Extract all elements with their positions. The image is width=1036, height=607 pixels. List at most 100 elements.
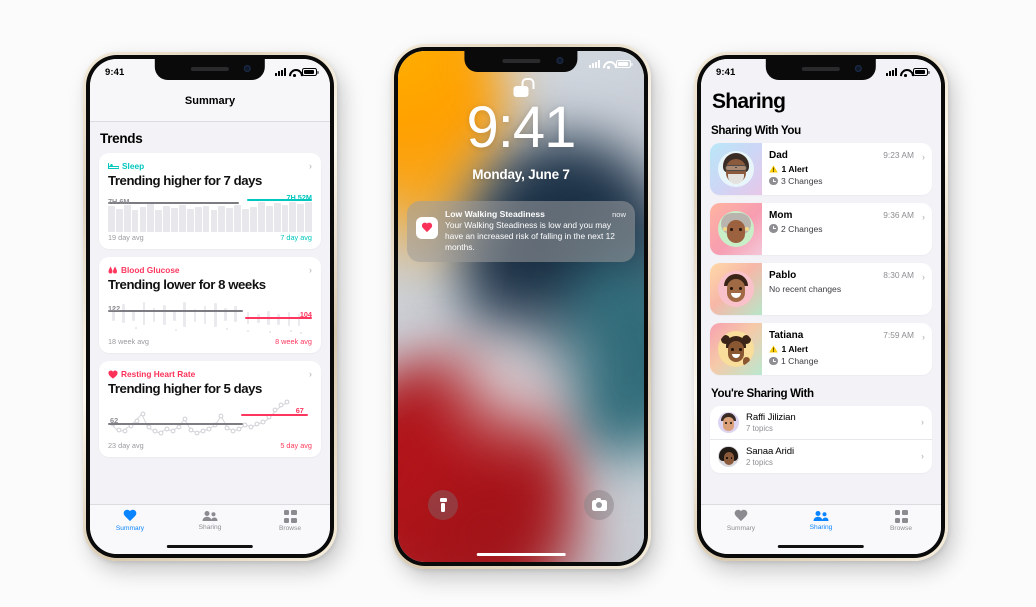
sharing-scroll-area[interactable]: Sharing With You Dad 9:23 AM 1 Alert 3 C… [701,122,941,504]
trend-headline: Trending higher for 5 days [108,381,262,396]
list-item[interactable]: Sanaa Aridi 2 topics › [710,439,932,473]
health-app-icon [416,217,438,239]
home-indicator[interactable] [166,544,254,548]
lock-content: 9:41 Monday, June 7 Low Walking Steadine… [398,51,644,562]
changes-text: 1 Change [781,356,819,366]
highlight-footer: 7 day avg [280,233,312,242]
front-camera-icon [855,65,863,72]
phone-bezel: 9:41 Sharing Sharing With You Dad 9:23 A… [697,55,945,558]
alert-text: 1 Alert [781,163,808,174]
battery-icon [616,60,633,68]
list-item[interactable]: Dad 9:23 AM 1 Alert 3 Changes › [710,143,932,195]
changes-text: 2 Changes [781,223,823,234]
chevron-right-icon[interactable]: › [921,418,924,427]
chevron-right-icon[interactable]: › [921,452,924,461]
memoji-tatiana [718,331,754,367]
group-title-sharing-with-you: Sharing With You [711,124,801,137]
tab-browse[interactable]: Browse [861,510,941,532]
tab-browse[interactable]: Browse [250,510,330,532]
list-item-content: Dad 9:23 AM 1 Alert 3 Changes [762,143,922,195]
lock-screen: 9:41 Monday, June 7 Low Walking Steadine… [398,51,644,562]
health-summary-app: Summary Trends Sleep › Trending higher f… [90,59,330,554]
earpiece-speaker [502,59,540,63]
list-item-text: Raffi Jilizian 7 topics [746,412,914,433]
phone-right-health-sharing: 9:41 Sharing Sharing With You Dad 9:23 A… [694,52,948,561]
chart-footer: 23 day avg 5 day avg [108,441,312,450]
timestamp: 8:30 AM [883,270,914,280]
tab-label: Sharing [198,524,222,531]
changes-row: 2 Changes [769,224,914,234]
people-icon [813,511,829,521]
chevron-right-icon[interactable]: › [309,369,312,379]
tab-label: Summary [726,525,756,532]
trend-card-sleep[interactable]: Sleep › Trending higher for 7 days 7H 6M… [99,153,321,249]
lock-date: Monday, June 7 [472,167,570,182]
person-name: Mom [769,210,793,221]
trend-card-resting-heart-rate[interactable]: Resting Heart Rate › Trending higher for… [99,361,321,457]
changes-row: 3 Changes [769,176,914,186]
avatar [710,203,762,255]
status-time: 9:41 [716,66,736,78]
cellular-signal-icon [589,60,600,68]
front-camera-icon [244,65,252,72]
home-indicator[interactable] [777,544,865,548]
memoji-pablo [718,271,754,307]
name-row: Dad 9:23 AM [769,150,914,161]
screen-health-summary: 9:41 Summary Trends Sleep › Trending hig… [90,59,330,554]
avatar [710,263,762,315]
memoji-mom [718,211,754,247]
sleep-baseline-label: 7H 6M [108,196,130,206]
tab-sharing[interactable]: Sharing [170,510,250,531]
list-item[interactable]: Pablo 8:30 AM No recent changes › [710,263,932,315]
grid-icon [283,510,297,523]
notification-banner[interactable]: Low Walking Steadiness now Your Walking … [407,201,635,262]
heart-icon [123,510,137,523]
list-item[interactable]: Mom 9:36 AM 2 Changes › [710,203,932,255]
chevron-right-icon[interactable]: › [922,323,932,375]
tab-label: Summary [115,525,145,532]
status-indicators [275,68,319,77]
notch [464,51,578,72]
chevron-right-icon[interactable]: › [922,263,932,315]
trend-card-blood-glucose[interactable]: Blood Glucose › Trending lower for 8 wee… [99,257,321,353]
heart-icon [734,510,748,523]
heart-rate-line-chart: 62 67 [108,399,312,440]
list-item[interactable]: Tatiana 7:59 AM 1 Alert 1 Change › [710,323,932,375]
camera-button[interactable] [584,490,614,520]
glucose-icon [108,266,117,273]
category-label: Resting Heart Rate [121,369,196,379]
avatar [710,323,762,375]
tab-sharing[interactable]: Sharing [781,510,861,531]
chevron-right-icon[interactable]: › [922,203,932,255]
phone-bezel: 9:41 Monday, June 7 Low Walking Steadine… [394,47,648,566]
topics-count: 2 topics [746,457,773,467]
phone-bezel: 9:41 Summary Trends Sleep › Trending hig… [86,55,334,558]
warning-icon [769,165,778,173]
memoji-dad [718,151,754,187]
list-item-content: Tatiana 7:59 AM 1 Alert 1 Change [762,323,922,375]
chevron-right-icon[interactable]: › [309,265,312,275]
summary-scroll-area[interactable]: Trends Sleep › Trending higher for 7 day… [90,122,330,504]
chevron-right-icon[interactable]: › [309,161,312,171]
list-item-content: Pablo 8:30 AM No recent changes [762,263,922,315]
earpiece-speaker [190,67,229,71]
tab-label: Browse [279,525,301,532]
wifi-icon [603,60,613,69]
wifi-icon [289,68,299,77]
baseline-footer: 23 day avg [108,441,144,450]
bed-icon [108,162,119,170]
line-markers [110,399,290,436]
tab-summary[interactable]: Summary [90,510,170,532]
list-item[interactable]: Raffi Jilizian 7 topics › [710,406,932,439]
status-indicators [886,68,930,77]
avatar [718,446,739,467]
notification-text: Low Walking Steadiness now Your Walking … [445,209,626,253]
baseline-footer: 18 week avg [108,337,149,346]
people-icon [202,511,218,521]
chevron-right-icon[interactable]: › [922,143,932,195]
screen-health-sharing: 9:41 Sharing Sharing With You Dad 9:23 A… [701,59,941,554]
warning-icon [769,345,778,353]
tab-summary[interactable]: Summary [701,510,781,532]
flashlight-button[interactable] [428,490,458,520]
home-indicator[interactable] [476,552,566,556]
